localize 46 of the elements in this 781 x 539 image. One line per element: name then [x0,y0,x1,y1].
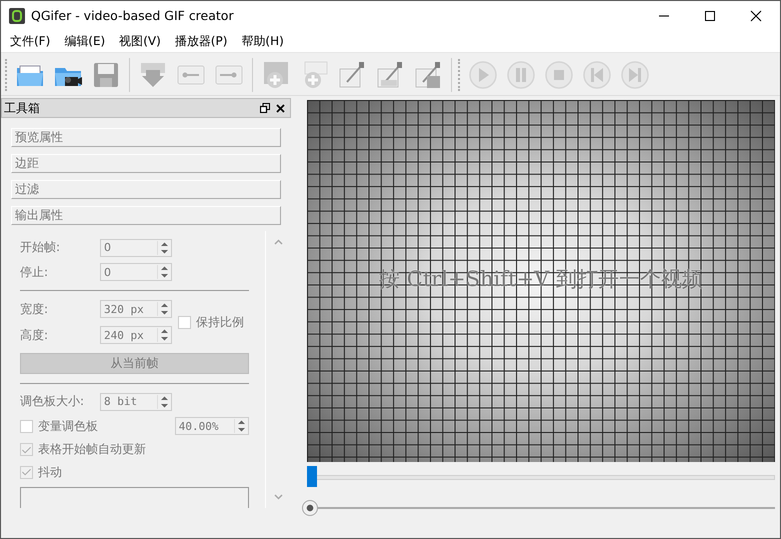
checkbox[interactable] [20,420,33,433]
section-button[interactable]: 过滤 [11,180,281,199]
checkbox-label: 表格开始帧自动更新 [38,441,146,458]
menu-item[interactable]: 编辑(E) [57,32,112,50]
section-button[interactable]: 输出属性 [11,206,281,225]
spin-box[interactable]: 8 bit [100,392,172,411]
spin-arrows-icon[interactable] [160,265,169,280]
window-title: QGifer - video-based GIF creator [31,8,234,23]
panel-title: 工具箱 [3,100,40,116]
spin-arrows-icon[interactable] [160,394,169,409]
scroll-down-icon[interactable] [274,494,283,500]
menu-item[interactable]: 播放器(P) [168,32,234,50]
spin-arrows-icon[interactable] [160,240,169,255]
menu-item[interactable]: 帮助(H) [234,32,291,50]
app-icon [9,8,25,24]
position-slider[interactable] [302,500,775,516]
slider-handle[interactable] [307,466,317,487]
spin-box[interactable]: 40.00% [174,417,249,436]
text-area[interactable] [20,487,249,508]
section-button[interactable]: 预览属性 [11,128,281,147]
field-label: 调色板大小: [20,393,86,410]
spin-box[interactable]: 0 [100,263,172,282]
field-label: 宽度: [20,300,50,318]
checkbox[interactable] [178,316,191,329]
spin-box[interactable]: 240 px [100,326,172,344]
field-label: 停止: [20,264,50,281]
checkbox-label: 抖动 [38,464,62,481]
section-button[interactable]: 边距 [11,154,281,173]
checkbox-label: 保持比例 [196,314,244,331]
frame-slider[interactable] [307,466,775,488]
field-label: 高度: [20,326,50,344]
spin-arrows-icon[interactable] [236,419,246,434]
scroll-up-icon[interactable] [274,239,283,245]
menu-item[interactable]: 视图(V) [112,32,168,50]
field-label: 开始帧: [20,239,62,256]
maximize-icon[interactable] [704,10,716,22]
spin-box[interactable]: 320 px [100,300,172,318]
close-icon[interactable] [276,104,285,112]
spin-box[interactable]: 0 [100,238,172,257]
slider-handle[interactable] [302,500,318,516]
float-icon[interactable] [260,103,270,113]
spin-arrows-icon[interactable] [160,328,169,342]
checkbox-label: 变量调色板 [38,418,98,435]
close-icon[interactable] [750,10,762,22]
menu-item[interactable]: 文件(F) [3,32,58,50]
spin-arrows-icon[interactable] [160,302,169,316]
